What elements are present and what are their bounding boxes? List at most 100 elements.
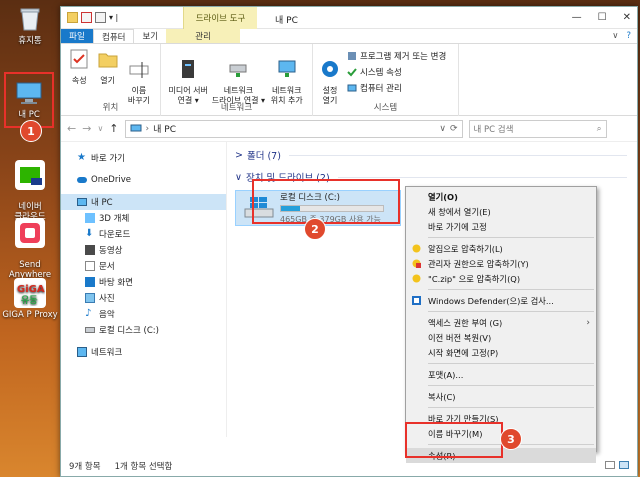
giga-proxy-icon: GiGA 유동 xyxy=(14,278,46,308)
button-label: 시스템 속성 xyxy=(360,68,402,78)
computer-management-button[interactable]: 컴퓨터 관리 xyxy=(347,82,446,94)
tab-manage[interactable]: 관리 xyxy=(166,29,241,43)
nav-item-this-pc[interactable]: 내 PC xyxy=(61,194,226,210)
button-label: 속성 xyxy=(71,76,87,85)
menu-separator xyxy=(428,407,594,408)
menu-item-alzip-compress[interactable]: 알집으로 압축하기(L) xyxy=(406,241,596,256)
nav-item-local-disk[interactable]: 로컬 디스크 (C:) xyxy=(61,322,226,338)
nav-item-label: 내 PC xyxy=(91,198,113,208)
desktop-my-pc[interactable]: 내 PC xyxy=(3,78,55,120)
group-label-system: 시스템 xyxy=(373,103,398,113)
menu-item-compress-c-zip[interactable]: "C.zip" 으로 압축하기(Q) xyxy=(406,271,596,286)
tab-computer[interactable]: 컴퓨터 xyxy=(93,29,135,43)
nav-item-desktop[interactable]: 바탕 화면 xyxy=(61,274,226,290)
group-label-location: 위치 xyxy=(102,103,119,113)
title-bar: ▾ | 드라이브 도구 내 PC — ☐ ✕ xyxy=(61,7,637,29)
desktop-icon xyxy=(85,277,95,287)
quick-access-toolbar: ▾ | xyxy=(61,12,185,23)
desktop-recycle-bin[interactable]: 휴지통 xyxy=(4,4,56,46)
nav-item-network[interactable]: 네트워크 xyxy=(61,344,226,360)
video-icon xyxy=(85,245,95,255)
folder-small-icon[interactable] xyxy=(67,12,78,23)
nav-item-downloads[interactable]: ⬇ 다운로드 xyxy=(61,226,226,242)
system-properties-button[interactable]: 시스템 속성 xyxy=(347,66,446,78)
uninstall-program-button[interactable]: 프로그램 제거 또는 변경 xyxy=(347,50,446,62)
details-view-icon[interactable] xyxy=(605,461,615,469)
button-label: 열기 xyxy=(100,76,116,85)
nav-item-label: 로컬 디스크 (C:) xyxy=(99,326,159,336)
menu-item-alzip-admin[interactable]: 관리자 권한으로 압축하기(Y) xyxy=(406,256,596,271)
help-icon[interactable]: ? xyxy=(626,31,631,41)
menu-item-format[interactable]: 포맷(A)... xyxy=(406,367,596,382)
section-folders[interactable]: > 폴더 (7) xyxy=(235,146,637,164)
network-drive-icon xyxy=(229,64,247,77)
menu-item-copy[interactable]: 복사(C) xyxy=(406,389,596,404)
menu-item-pin-quick-access[interactable]: 바로 가기에 고정 xyxy=(406,219,596,234)
menu-item-open[interactable]: 열기(O) xyxy=(406,189,596,204)
minimize-button[interactable]: — xyxy=(572,12,582,23)
up-icon[interactable]: ↑ xyxy=(109,122,118,135)
nav-item-label: 바탕 화면 xyxy=(99,278,133,288)
forward-icon[interactable]: → xyxy=(82,122,91,135)
music-icon: ♪ xyxy=(85,308,92,319)
tab-file[interactable]: 파일 xyxy=(61,29,93,43)
properties-small-icon[interactable] xyxy=(81,12,92,23)
network-icon xyxy=(77,347,87,357)
nav-item-videos[interactable]: 동영상 xyxy=(61,242,226,258)
nav-item-onedrive[interactable]: OneDrive xyxy=(61,172,226,188)
ribbon-group-location: 속성 열기 이름 바꾸기 위치 xyxy=(61,44,161,116)
status-selected-count: 1개 항목 선택함 xyxy=(114,462,173,472)
back-icon[interactable]: ← xyxy=(67,122,76,135)
nav-item-label: 사진 xyxy=(99,294,115,304)
section-divider xyxy=(288,154,627,156)
defender-icon xyxy=(412,296,421,305)
alzip-icon xyxy=(412,274,421,283)
menu-item-give-access[interactable]: 액세스 권한 부여 (G) › xyxy=(406,315,596,330)
address-dropdown-icon[interactable]: ∨ xyxy=(439,124,446,134)
refresh-icon[interactable]: ⟳ xyxy=(450,124,458,134)
menu-item-open-new-window[interactable]: 새 창에서 열기(E) xyxy=(406,204,596,219)
nav-item-documents[interactable]: 문서 xyxy=(61,258,226,274)
pc-icon xyxy=(14,78,44,108)
pc-small-icon xyxy=(130,124,142,131)
naver-cloud-icon xyxy=(15,160,45,190)
nav-item-label: 다운로드 xyxy=(99,230,131,240)
nav-item-3d-objects[interactable]: 3D 개체 xyxy=(61,210,226,226)
large-icons-view-icon[interactable] xyxy=(619,461,629,469)
new-folder-small-icon[interactable] xyxy=(95,12,106,23)
recycle-bin-icon xyxy=(15,4,45,34)
search-placeholder: 내 PC 검색 xyxy=(473,124,514,135)
desktop-giga-proxy[interactable]: GiGA 유동 GIGA P Proxy xyxy=(1,278,59,320)
settings-gear-icon xyxy=(322,61,338,77)
menu-item-restore-previous[interactable]: 이전 버전 복원(V) xyxy=(406,330,596,345)
breadcrumb-chevron-icon: › xyxy=(145,123,150,134)
navigation-pane: ★ 바로 가기 OneDrive 내 PC 3D 개체 ⬇ 다운로드 동영상 문… xyxy=(61,142,227,437)
step-badge-1: 1 xyxy=(20,120,42,142)
close-button[interactable]: ✕ xyxy=(623,12,631,23)
step-badge-2: 2 xyxy=(304,218,326,240)
properties-icon xyxy=(70,49,88,69)
pc-icon xyxy=(77,198,87,206)
address-bar[interactable]: › 내 PC ∨ ⟳ xyxy=(124,119,463,138)
nav-item-music[interactable]: ♪ 음악 xyxy=(61,306,226,322)
svg-text:유동: 유동 xyxy=(21,295,38,306)
ribbon-collapse-icon[interactable]: ∨ xyxy=(612,31,618,41)
button-label: 프로그램 제거 또는 변경 xyxy=(360,52,447,62)
breadcrumb: 내 PC xyxy=(153,125,176,135)
recent-dropdown-icon[interactable]: ∨ xyxy=(97,124,103,133)
menu-item-pin-start[interactable]: 시작 화면에 고정(P) xyxy=(406,345,596,360)
drive-tools-context-tab: 드라이브 도구 xyxy=(183,7,257,29)
menu-item-label: 액세스 권한 부여 (G) xyxy=(428,317,503,328)
nav-item-label: 바로 가기 xyxy=(91,154,125,164)
nav-item-quick-access[interactable]: ★ 바로 가기 xyxy=(61,150,226,166)
nav-item-pictures[interactable]: 사진 xyxy=(61,290,226,306)
nav-item-label: 네트워크 xyxy=(91,348,123,358)
desktop-icon-label: Send Anywhere xyxy=(8,260,52,280)
tab-view[interactable]: 보기 xyxy=(134,29,166,43)
maximize-button[interactable]: ☐ xyxy=(598,12,607,23)
menu-item-defender-scan[interactable]: Windows Defender(으)로 검사... xyxy=(406,293,596,308)
qat-dropdown-icon[interactable]: ▾ | xyxy=(109,13,118,22)
document-icon xyxy=(85,261,95,271)
cloud-icon xyxy=(77,177,87,183)
search-input[interactable]: 내 PC 검색 ⌕ xyxy=(468,119,607,138)
